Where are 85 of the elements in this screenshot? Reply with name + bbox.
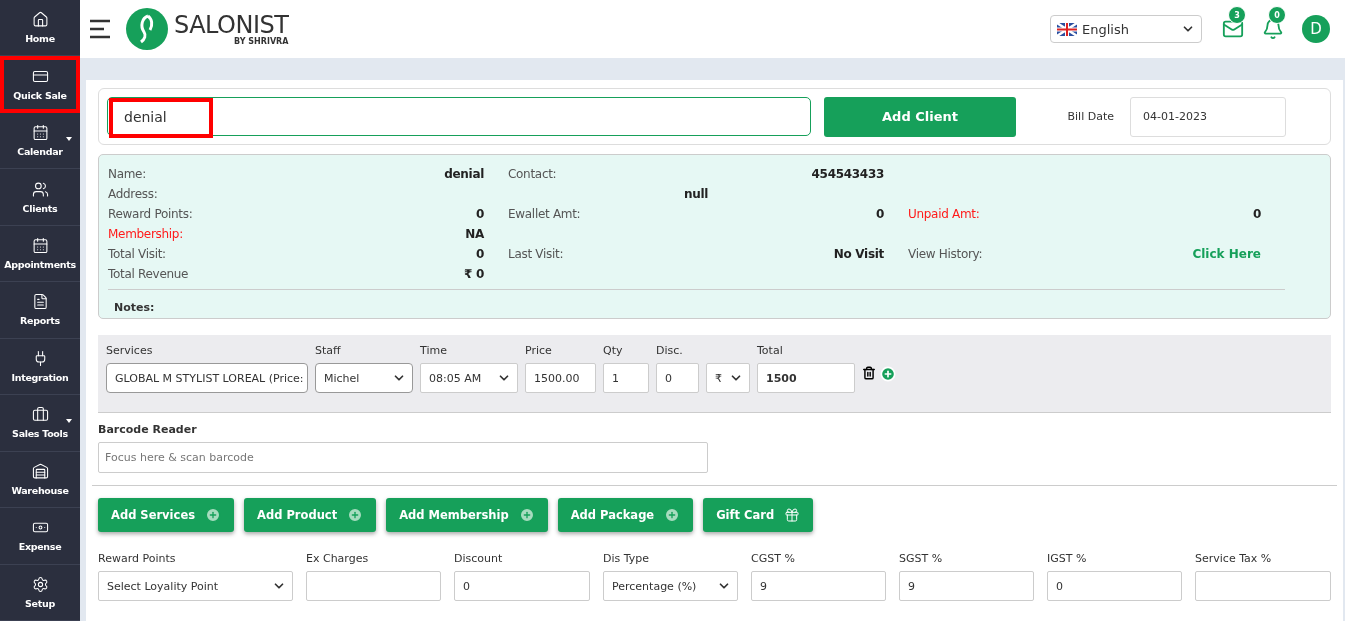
client-search-field[interactable]: denial (107, 97, 811, 136)
select-field[interactable]: ₹ (706, 363, 750, 393)
count-badge: 0 (1268, 6, 1286, 24)
field-label: Services (106, 344, 154, 358)
field-label: Staff (315, 344, 342, 358)
nav-icon (31, 124, 49, 142)
input-field[interactable]: 0 (656, 363, 699, 393)
input-field[interactable] (1195, 571, 1331, 601)
info-label: Reward Points: (108, 207, 193, 221)
field-label: Price (525, 344, 553, 358)
field-label: Disc. (656, 344, 684, 358)
input-field[interactable]: 0 (454, 571, 590, 601)
field-label: SGST % (899, 552, 944, 566)
info-value: denial (444, 167, 484, 181)
nav-icon (31, 11, 49, 29)
caret-icon (66, 136, 72, 141)
sidebar-item[interactable]: Quick Sale (0, 56, 80, 113)
field-label: CGST % (751, 552, 796, 566)
input-field[interactable] (306, 571, 441, 601)
field-label: Total (757, 344, 784, 358)
info-value: 454543433 (811, 167, 884, 181)
input-field[interactable]: 1500.00 (525, 363, 596, 393)
trash-icon[interactable] (862, 366, 876, 380)
plus-icon (518, 507, 535, 523)
count-badge: 3 (1228, 6, 1246, 24)
info-label: Contact: (508, 167, 557, 181)
info-value: 0 (475, 247, 484, 261)
field-label: IGST % (1047, 552, 1088, 566)
gift-card-icon (784, 507, 801, 523)
input-field[interactable]: 1 (603, 363, 649, 393)
input-field[interactable]: 1500 (757, 363, 855, 393)
logo-tagline: BY SHRIVRA (234, 36, 289, 46)
input-field[interactable]: 9 (751, 571, 886, 601)
field-label: Ex Charges (306, 552, 370, 566)
bill-date-field[interactable]: 04-01-2023 (1130, 96, 1286, 137)
field-label: Time (420, 344, 448, 358)
barcode-input[interactable]: Focus here & scan barcode (98, 442, 708, 473)
input-field[interactable]: 9 (899, 571, 1034, 601)
select-field[interactable]: Michel (315, 363, 413, 393)
nav-icon (31, 406, 49, 424)
info-label: Total Visit: (108, 247, 166, 261)
nav-icon (31, 237, 49, 255)
select-field[interactable]: GLOBAL M STYLIST LOREAL (Price: (106, 363, 308, 393)
info-value: NA (465, 227, 484, 241)
language-select[interactable]: English (1050, 15, 1202, 43)
info-value: ₹ 0 (464, 267, 484, 281)
info-value: No Visit (833, 247, 884, 261)
bill-date-label: Bill Date (1067, 110, 1114, 123)
field-label: Qty (603, 344, 624, 358)
plus-icon (205, 507, 222, 523)
info-label: Name: (108, 167, 146, 181)
select-field[interactable]: Percentage (%) (603, 571, 738, 601)
info-value: 0 (1252, 207, 1261, 221)
barcode-label: Barcode Reader (98, 423, 198, 436)
info-label: Unpaid Amt: (908, 207, 980, 221)
nav-icon (31, 293, 49, 311)
field-label: Dis Type (603, 552, 651, 566)
menu-icon[interactable] (88, 17, 112, 41)
plus-icon (664, 507, 681, 523)
info-label: Ewallet Amt: (508, 207, 581, 221)
logo-icon (126, 8, 168, 50)
info-label: Total Revenue (108, 267, 189, 281)
logo-text: SALONIST (174, 12, 289, 37)
input-field[interactable]: 0 (1047, 571, 1182, 601)
caret-icon (66, 419, 72, 424)
select-field[interactable]: 08:05 AM (420, 363, 518, 393)
info-value: null (683, 187, 709, 201)
info-label: Membership: (108, 227, 183, 241)
field-label: Discount (454, 552, 504, 566)
mail-icon[interactable] (1222, 18, 1244, 40)
info-value: 0 (875, 207, 884, 221)
info-label: Address: (108, 187, 158, 201)
info-label: Last Visit: (508, 247, 564, 261)
notes-label: Notes: (114, 301, 155, 314)
bell-icon[interactable] (1262, 18, 1284, 40)
flag-icon (1057, 22, 1077, 36)
field-label: Reward Points (98, 552, 177, 566)
info-value: 0 (475, 207, 484, 221)
info-label: View History: (908, 247, 983, 261)
select-field[interactable]: Select Loyality Point (98, 571, 293, 601)
nav-icon (31, 575, 49, 593)
nav-icon (31, 462, 49, 480)
field-label: Service Tax % (1195, 552, 1273, 566)
nav-icon (31, 180, 49, 198)
plus-icon (347, 507, 364, 523)
